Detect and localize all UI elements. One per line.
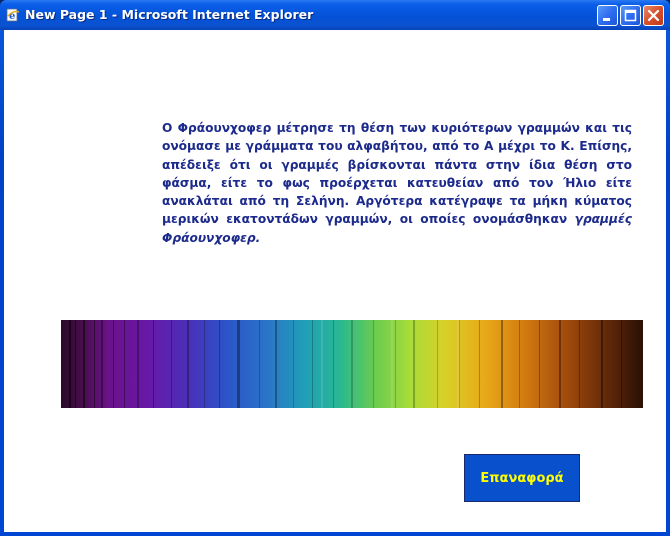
minimize-button[interactable] — [597, 5, 618, 26]
solar-spectrum-image — [61, 320, 643, 408]
maximize-icon — [624, 9, 637, 22]
title-bar[interactable]: e New Page 1 - Microsoft Internet Explor… — [0, 0, 670, 30]
internet-explorer-icon: e — [6, 8, 20, 22]
close-icon — [647, 9, 660, 22]
close-button[interactable] — [643, 5, 664, 26]
reset-button[interactable]: Επαναφορά — [464, 454, 580, 502]
maximize-button[interactable] — [620, 5, 641, 26]
minimize-icon — [603, 18, 610, 21]
fraunhofer-paragraph: Ο Φράουνχοφερ μέτρησε τη θέση των κυριότ… — [162, 119, 632, 247]
browser-window: e New Page 1 - Microsoft Internet Explor… — [0, 0, 670, 536]
page-content: Ο Φράουνχοφερ μέτρησε τη θέση των κυριότ… — [4, 30, 666, 532]
window-title: New Page 1 - Microsoft Internet Explorer — [25, 7, 314, 22]
paragraph-body: Ο Φράουνχοφερ μέτρησε τη θέση των κυριότ… — [162, 121, 632, 227]
